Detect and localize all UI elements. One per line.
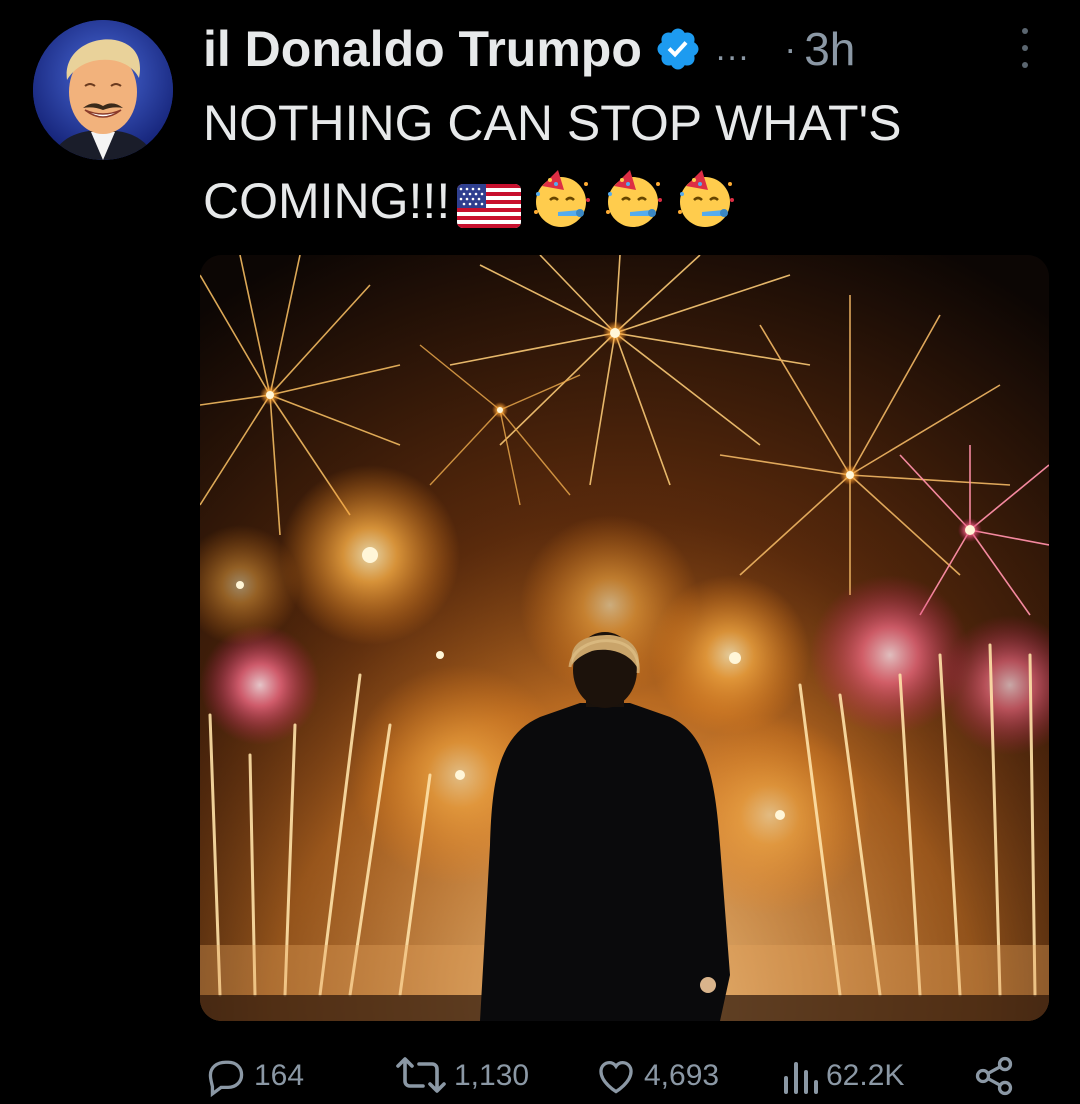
tweet-header: il Donaldo Trumpo ... · 3h xyxy=(203,14,855,84)
like-icon xyxy=(599,1060,633,1094)
retweet-icon xyxy=(396,1057,446,1093)
tweet-media-photo[interactable] xyxy=(200,255,1049,1021)
reply-icon xyxy=(208,1060,244,1098)
display-name[interactable]: il Donaldo Trumpo xyxy=(203,20,642,78)
handle[interactable]: ... xyxy=(716,30,750,69)
reply-count: 164 xyxy=(254,1059,305,1092)
like-count: 4,693 xyxy=(644,1059,720,1092)
views-button[interactable]: 62.2K xyxy=(780,1048,904,1104)
share-icon xyxy=(975,1056,1013,1096)
views-icon xyxy=(784,1062,818,1094)
avatar-image xyxy=(33,20,173,160)
timestamp[interactable]: 3h xyxy=(804,22,855,76)
tweet-text-line-1: NOTHING CAN STOP WHAT'S xyxy=(203,95,902,151)
fireworks-photo xyxy=(200,255,1049,1021)
partying-face-emoji xyxy=(672,164,738,252)
us-flag-emoji xyxy=(456,174,522,252)
retweet-count: 1,130 xyxy=(454,1059,530,1092)
tweet-text-line-2: COMING!!! xyxy=(203,162,1043,252)
partying-face-emoji xyxy=(528,164,594,252)
more-icon[interactable] xyxy=(1010,26,1040,70)
separator-dot: · xyxy=(784,28,797,69)
views-count: 62.2K xyxy=(826,1059,905,1092)
tweet-text-line-2-text: COMING!!! xyxy=(203,173,451,229)
verified-badge-icon[interactable] xyxy=(654,25,702,73)
tweet-text: NOTHING CAN STOP WHAT'S COMING!!! xyxy=(203,84,1043,252)
avatar[interactable] xyxy=(33,20,173,160)
share-button[interactable] xyxy=(972,1048,1016,1104)
retweet-button[interactable]: 1,130 xyxy=(394,1048,529,1104)
partying-face-emoji xyxy=(600,164,666,252)
reply-button[interactable]: 164 xyxy=(204,1048,304,1104)
tweet: il Donaldo Trumpo ... · 3h NOTHING CAN S… xyxy=(0,0,1080,1104)
like-button[interactable]: 4,693 xyxy=(594,1048,719,1104)
tweet-actions: 164 1,130 4,693 62.2K xyxy=(204,1048,1024,1104)
